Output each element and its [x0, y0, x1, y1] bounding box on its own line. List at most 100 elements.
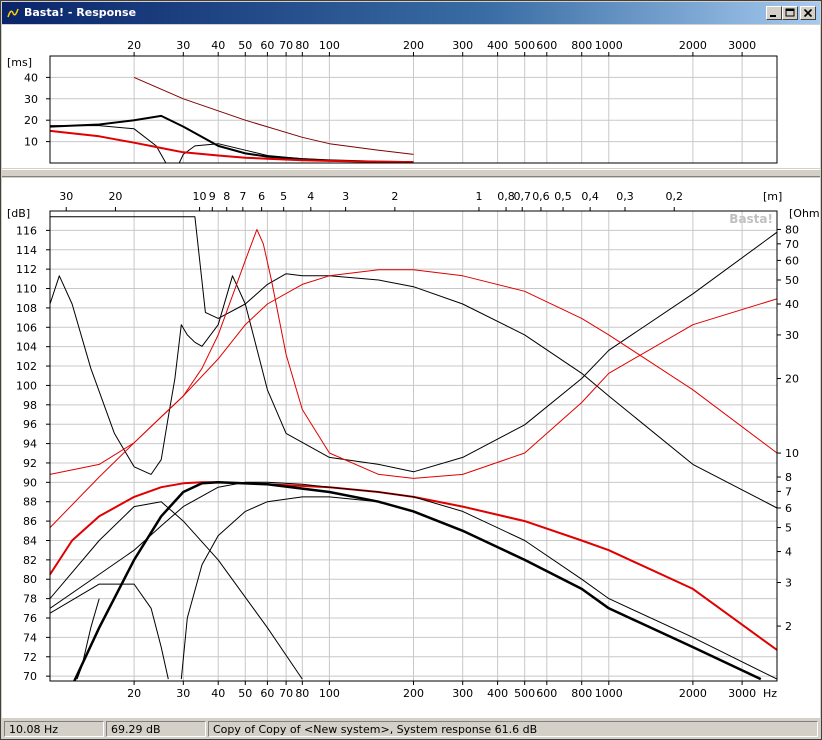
wavelength-tick-label: 0,8: [497, 190, 515, 203]
ohm-tick-label: 50: [785, 274, 799, 287]
db-tick-label: 90: [23, 476, 37, 489]
ohm-tick-label: 5: [785, 522, 792, 535]
x-tick-label: 500: [514, 39, 535, 52]
x-tick-label: 800: [571, 39, 592, 52]
minimize-icon: [770, 15, 776, 17]
ohm-tick-label: 60: [785, 254, 799, 267]
ohm-tick-label: 8: [785, 471, 792, 484]
x-tick-label: 1000: [595, 687, 623, 700]
status-level: 69.29 dB: [106, 721, 206, 737]
ohm-tick-label: 3: [785, 576, 792, 589]
wavelength-tick-label: 6: [258, 190, 265, 203]
db-tick-label: 80: [23, 573, 37, 586]
x-tick-label: 300: [452, 39, 473, 52]
ohm-tick-label: 70: [785, 238, 799, 251]
db-tick-label: 102: [16, 360, 37, 373]
ohm-tick-label: 10: [785, 447, 799, 460]
x-tick-label: 70: [279, 39, 293, 52]
status-message: Copy of Copy of <New system>, System res…: [208, 721, 818, 737]
db-tick-label: 92: [23, 457, 37, 470]
db-tick-label: 70: [23, 670, 37, 683]
y-tick-label: 20: [24, 114, 38, 127]
x-tick-label: 500: [514, 687, 535, 700]
x-tick-label: 40: [211, 39, 225, 52]
db-tick-label: 114: [16, 244, 37, 257]
x-tick-label: 80: [295, 687, 309, 700]
db-tick-label: 94: [23, 438, 37, 451]
db-tick-label: 76: [23, 612, 37, 625]
x-tick-label: 60: [260, 687, 274, 700]
y-axis-unit: [ms]: [7, 56, 32, 69]
db-tick-label: 96: [23, 418, 37, 431]
x-tick-label: 50: [238, 39, 252, 52]
db-tick-label: 72: [23, 651, 37, 664]
x-tick-label: 200: [403, 39, 424, 52]
db-tick-label: 88: [23, 496, 37, 509]
wavelength-tick-label: 0,3: [616, 190, 634, 203]
wavelength-tick-label: 8: [223, 190, 230, 203]
group-delay-chart[interactable]: 20 30 40 50 60 70 80 100 200 300 400 500 600 800 1000 2…: [2, 25, 820, 168]
x-tick-label: 3000: [728, 687, 756, 700]
x-tick-label: 1000: [595, 39, 623, 52]
x-tick-label: 200: [403, 687, 424, 700]
title-bar[interactable]: Basta! - Response: [2, 2, 820, 24]
status-bar: 10.08 Hz 69.29 dB Copy of Copy of <New s…: [2, 719, 820, 739]
ohm-tick-label: 40: [785, 298, 799, 311]
wavelength-tick-label: 0,7: [513, 190, 531, 203]
db-tick-label: 84: [23, 534, 37, 547]
ohm-tick-label: 7: [785, 485, 792, 498]
x-tick-label: 300: [452, 687, 473, 700]
minimize-button[interactable]: [766, 6, 782, 20]
db-tick-label: 86: [23, 515, 37, 528]
ohm-tick-label: 4: [785, 546, 792, 559]
app-icon: [7, 8, 19, 18]
y-tick-label: 10: [24, 136, 38, 149]
frequency-response-chart[interactable]: 20 30 40 50 60 70 80 100 200 300 400 500 600 800 1000 2…: [2, 178, 822, 718]
db-tick-label: 82: [23, 554, 37, 567]
x-tick-label: 60: [260, 39, 274, 52]
x-tick-label: 100: [319, 39, 340, 52]
db-tick-label: 112: [16, 263, 37, 276]
wavelength-tick-label: 7: [239, 190, 246, 203]
db-tick-label: 108: [16, 302, 37, 315]
x-tick-label: 2000: [679, 687, 707, 700]
ohm-axis-unit: [Ohm]: [789, 207, 820, 220]
db-tick-label: 74: [23, 631, 37, 644]
wavelength-tick-label: 0,5: [554, 190, 572, 203]
ohm-tick-label: 2: [785, 620, 792, 633]
x-tick-label: 30: [176, 687, 190, 700]
ohm-tick-label: 20: [785, 373, 799, 386]
response-chart-panel[interactable]: 20 30 40 50 60 70 80 100 200 300 400 500 600 800 1000 2…: [2, 178, 822, 718]
wavelength-tick-label: 2: [391, 190, 398, 203]
wavelength-tick-label: 3: [342, 190, 349, 203]
x-axis-unit: Hz: [763, 687, 777, 700]
db-tick-label: 78: [23, 593, 37, 606]
ohm-tick-label: 30: [785, 329, 799, 342]
db-tick-label: 104: [16, 341, 37, 354]
x-tick-label: 40: [211, 687, 225, 700]
db-tick-label: 110: [16, 283, 37, 296]
wavelength-tick-label: 0,4: [581, 190, 599, 203]
panel-splitter[interactable]: [2, 169, 820, 177]
close-button[interactable]: [800, 6, 816, 20]
db-tick-label: 116: [16, 224, 37, 237]
wavelength-tick-label: 30: [59, 190, 73, 203]
wavelength-tick-label: 0,2: [665, 190, 683, 203]
wavelength-tick-label: 4: [307, 190, 314, 203]
wavelength-tick-label: 9: [209, 190, 216, 203]
db-tick-label: 98: [23, 399, 37, 412]
maximize-icon: [785, 8, 795, 17]
x-tick-label: 80: [295, 39, 309, 52]
x-tick-label: 800: [571, 687, 592, 700]
x-tick-label: 100: [319, 687, 340, 700]
response-window: Basta! - Response 20 30 40 50 60 70 80 100 200 30…: [0, 0, 822, 740]
x-tick-label: 50: [238, 687, 252, 700]
x-tick-label: 30: [176, 39, 190, 52]
wavelength-tick-label: 20: [108, 190, 122, 203]
close-icon: [803, 8, 813, 18]
maximize-button[interactable]: [782, 6, 798, 20]
ohm-tick-label: 6: [785, 502, 792, 515]
db-tick-label: 100: [16, 379, 37, 392]
delay-chart-panel[interactable]: 20 30 40 50 60 70 80 100 200 300 400 500 600 800 1000 2…: [2, 25, 820, 168]
ohm-tick-label: 80: [785, 223, 799, 236]
